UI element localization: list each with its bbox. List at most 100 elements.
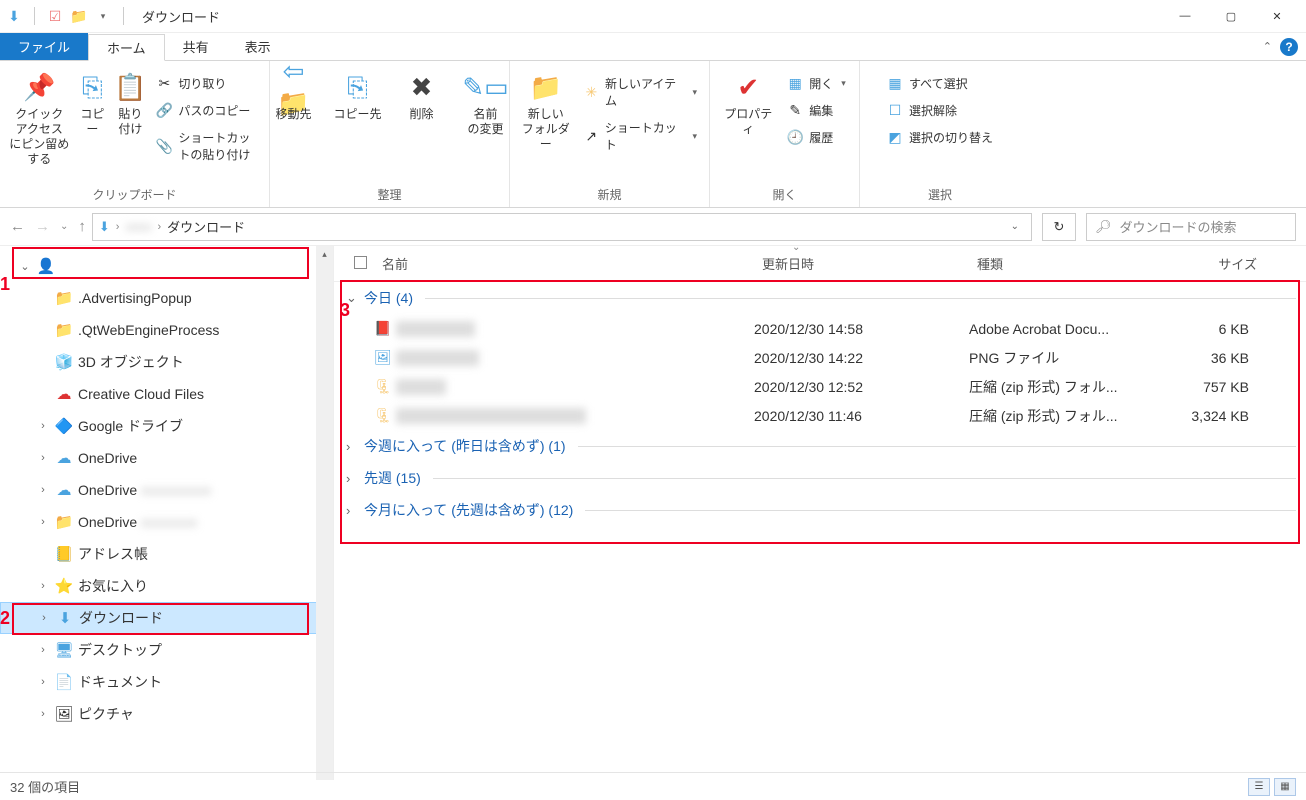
col-size[interactable]: サイズ <box>1157 254 1277 273</box>
address-segment-user[interactable]: xxxx <box>125 219 151 234</box>
group-this-month[interactable]: ›今月に入って (先週は含めず) (12) <box>334 494 1306 526</box>
group-this-week[interactable]: ›今週に入って (昨日は含めず) (1) <box>334 430 1306 462</box>
annotation-2: 2 <box>0 608 10 629</box>
view-thumbnails-button[interactable]: ▦ <box>1274 778 1296 796</box>
sort-indicator-icon: ⌄ <box>792 242 800 253</box>
delete-button[interactable]: ✖削除 <box>393 65 451 122</box>
open-button[interactable]: ▦開く▾ <box>783 73 850 94</box>
shortcut-icon: 📎 <box>156 138 172 154</box>
col-date[interactable]: ⌄更新日時 <box>762 254 977 273</box>
pin-quick-access-button[interactable]: 📌 クイック アクセス にピン留めする <box>8 65 70 167</box>
tree-item[interactable]: ›🖼ピクチャ <box>0 698 333 730</box>
shortcut-small-icon: ↗ <box>584 128 599 144</box>
tree-item[interactable]: 📁.AdvertisingPopup <box>0 282 333 314</box>
invert-selection-button[interactable]: ◩選択の切り替え <box>883 127 997 148</box>
ribbon-collapse-icon[interactable]: ⌃ <box>1263 40 1272 53</box>
tree-item[interactable]: ›⭐お気に入り <box>0 570 333 602</box>
new-item-button[interactable]: ✳新しいアイテム▾ <box>580 73 701 111</box>
copy-to-button[interactable]: ⎘コピー先 <box>329 65 387 122</box>
view-details-button[interactable]: ☰ <box>1248 778 1270 796</box>
status-bar: 32 個の項目 ☰ ▦ <box>0 772 1306 800</box>
address-dropdown-icon[interactable]: ⌄ <box>1005 221 1025 232</box>
maximize-button[interactable]: ▢ <box>1208 1 1254 31</box>
file-row[interactable]: 🗜xxxxxxxxxxxxxxxxxxxxxxxx.zip2020/12/30 … <box>334 401 1306 430</box>
tree-item[interactable]: 🧊3D オブジェクト <box>0 346 333 378</box>
select-none-button[interactable]: ☐選択解除 <box>883 100 997 121</box>
select-none-icon: ☐ <box>887 103 903 119</box>
tree-item[interactable]: 📁.QtWebEngineProcess <box>0 314 333 346</box>
search-box[interactable]: 🔎︎ ダウンロードの検索 <box>1086 213 1296 241</box>
tab-view[interactable]: 表示 <box>227 33 289 60</box>
select-all-checkbox[interactable] <box>354 256 367 269</box>
minimize-button[interactable]: — <box>1162 1 1208 31</box>
qa-checkbox-icon[interactable]: ☑ <box>47 8 63 24</box>
new-item-icon: ✳ <box>584 84 599 100</box>
close-button[interactable]: ✕ <box>1254 1 1300 31</box>
group-label-select: 選択 <box>868 184 1012 205</box>
tree-item[interactable]: ›☁OneDrive xxxxxxxxxx <box>0 474 333 506</box>
paste-shortcut-button[interactable]: 📎ショートカットの貼り付け <box>152 127 261 165</box>
cut-button[interactable]: ✂切り取り <box>152 73 261 94</box>
tree-user-root[interactable]: ⌄👤 <box>0 250 333 282</box>
group-label-new: 新規 <box>518 184 701 205</box>
address-icon: ⬇ <box>99 219 110 235</box>
nav-back-button[interactable]: ← <box>10 218 25 235</box>
tree-item[interactable]: ›🔷Google ドライブ <box>0 410 333 442</box>
path-icon: 🔗 <box>156 103 172 119</box>
status-item-count: 32 個の項目 <box>10 777 80 796</box>
qa-dropdown-icon[interactable]: ▾ <box>95 8 111 24</box>
file-list: 名前 ⌄更新日時 種類 サイズ ⌄今日 (4) 📕xxxxxxxx.pdf202… <box>334 246 1306 780</box>
tree-item[interactable]: ›📄ドキュメント <box>0 666 333 698</box>
group-last-week[interactable]: ›先週 (15) <box>334 462 1306 494</box>
history-icon: 🕘 <box>787 130 803 146</box>
tree-item[interactable]: ›📁OneDrive xxxxxxxx <box>0 506 333 538</box>
sidebar-scrollbar[interactable]: ▴ <box>316 246 333 780</box>
tab-file[interactable]: ファイル <box>0 33 88 60</box>
nav-recent-dropdown[interactable]: ⌄ <box>60 221 68 232</box>
col-type[interactable]: 種類 <box>977 254 1157 273</box>
new-folder-button[interactable]: 📁新しい フォルダー <box>518 65 574 152</box>
navigation-pane: ⌄👤 📁.AdvertisingPopup 📁.QtWebEngineProce… <box>0 246 334 780</box>
file-row[interactable]: 🖼xxxxxxxx.png2020/12/30 14:22PNG ファイル36 … <box>334 343 1306 372</box>
address-bar-row: ← → ⌄ ↑ ⬇ › xxxx › ダウンロード ⌄ ↻ 🔎︎ ダウンロードの… <box>0 208 1306 246</box>
move-to-icon: ⇦📁 <box>278 71 310 103</box>
rename-icon: ✎▭ <box>470 71 502 103</box>
tree-item[interactable]: 📒アドレス帳 <box>0 538 333 570</box>
new-shortcut-button[interactable]: ↗ショートカット▾ <box>580 117 701 155</box>
file-row[interactable]: 📕xxxxxxxx.pdf2020/12/30 14:58Adobe Acrob… <box>334 314 1306 343</box>
open-icon: ▦ <box>787 76 803 92</box>
file-row[interactable]: 🗜xxxx.zip2020/12/30 12:52圧縮 (zip 形式) フォル… <box>334 372 1306 401</box>
column-headers: 名前 ⌄更新日時 種類 サイズ <box>334 246 1306 282</box>
tab-home[interactable]: ホーム <box>88 34 165 61</box>
edit-button[interactable]: ✎編集 <box>783 100 850 121</box>
tree-item-downloads[interactable]: ›⬇ダウンロード <box>0 602 333 634</box>
address-bar[interactable]: ⬇ › xxxx › ダウンロード ⌄ <box>92 213 1032 241</box>
qa-folder-icon[interactable]: 📁 <box>71 8 87 24</box>
tree-item[interactable]: ☁Creative Cloud Files <box>0 378 333 410</box>
properties-icon: ✔ <box>732 71 764 103</box>
nav-forward-button[interactable]: → <box>35 218 50 235</box>
copy-button[interactable]: ⎘ コピー <box>76 65 108 137</box>
search-placeholder: ダウンロードの検索 <box>1120 217 1237 236</box>
tab-share[interactable]: 共有 <box>165 33 227 60</box>
copy-icon: ⎘ <box>76 71 108 103</box>
group-today[interactable]: ⌄今日 (4) <box>334 282 1306 314</box>
refresh-button[interactable]: ↻ <box>1042 213 1076 241</box>
copy-path-button[interactable]: 🔗パスのコピー <box>152 100 261 121</box>
new-folder-icon: 📁 <box>530 71 562 103</box>
paste-button[interactable]: 📋 貼り付け <box>114 65 146 137</box>
properties-button[interactable]: ✔プロパティ <box>719 65 777 137</box>
tree-item[interactable]: ›☁OneDrive <box>0 442 333 474</box>
tree-item[interactable]: ›🖥デスクトップ <box>0 634 333 666</box>
history-button[interactable]: 🕘履歴 <box>783 127 850 148</box>
col-name[interactable]: 名前 <box>382 254 762 273</box>
help-icon[interactable]: ? <box>1280 38 1298 56</box>
nav-up-button[interactable]: ↑ <box>78 218 86 235</box>
address-segment-downloads[interactable]: ダウンロード <box>167 217 245 236</box>
app-down-arrow-icon[interactable]: ⬇ <box>6 8 22 24</box>
select-all-icon: ▦ <box>887 76 903 92</box>
rename-button[interactable]: ✎▭名前 の変更 <box>457 65 515 137</box>
move-to-button[interactable]: ⇦📁移動先 <box>265 65 323 122</box>
select-all-button[interactable]: ▦すべて選択 <box>883 73 997 94</box>
search-icon: 🔎︎ <box>1095 219 1112 235</box>
